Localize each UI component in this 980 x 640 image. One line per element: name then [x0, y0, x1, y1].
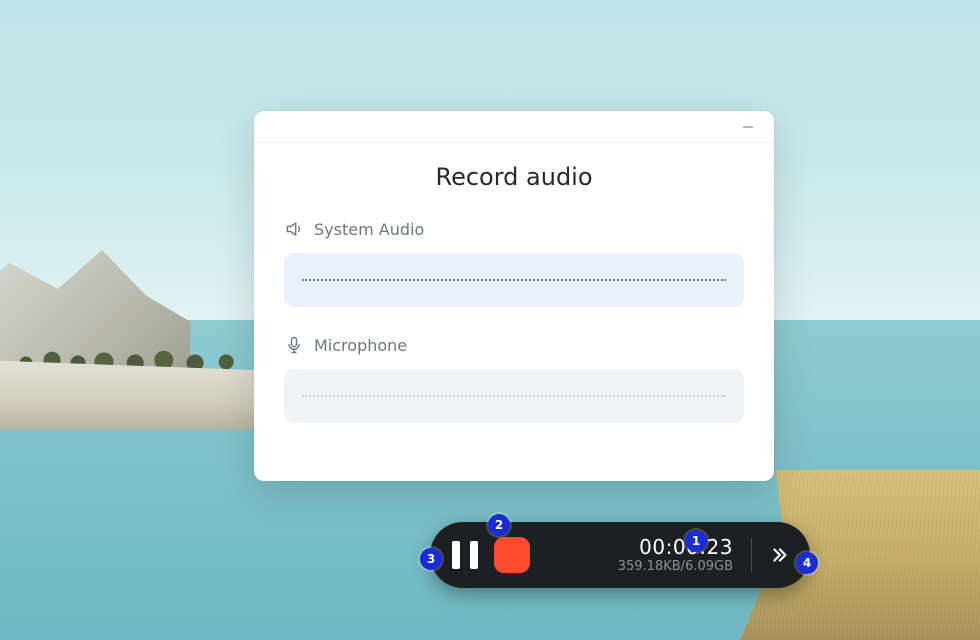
pause-button[interactable] — [452, 541, 478, 569]
microphone-waveform — [284, 369, 744, 423]
timing-block: 00:00:23 359.18KB/6.09GB — [618, 535, 733, 575]
size-info: 359.18KB/6.09GB — [618, 559, 733, 575]
microphone-waveline — [302, 395, 726, 397]
stop-button[interactable] — [494, 537, 530, 573]
system-audio-waveform — [284, 253, 744, 307]
system-audio-row[interactable]: System Audio — [284, 219, 744, 239]
annotation-badge-4: 4 — [796, 552, 818, 574]
record-audio-window: Record audio System Audio Microphone — [254, 111, 774, 481]
speaker-icon — [284, 219, 304, 239]
chevrons-right-icon — [768, 544, 790, 566]
recording-control-bar: 00:00:23 359.18KB/6.09GB — [430, 522, 810, 588]
annotation-badge-2: 2 — [488, 514, 510, 536]
system-audio-label: System Audio — [314, 220, 424, 239]
minimize-button[interactable] — [734, 117, 762, 137]
capacity: 6.09GB — [685, 559, 733, 574]
minimize-icon — [741, 120, 755, 134]
window-title: Record audio — [254, 163, 774, 191]
file-size: 359.18KB — [618, 559, 681, 574]
system-audio-section: System Audio — [254, 219, 774, 307]
annotation-badge-1: 1 — [685, 530, 707, 552]
annotation-badge-3: 3 — [420, 548, 442, 570]
system-audio-waveline — [302, 279, 726, 281]
titlebar — [254, 111, 774, 143]
microphone-icon — [284, 335, 304, 355]
expand-button[interactable] — [768, 544, 790, 566]
divider — [751, 538, 752, 572]
elapsed-time: 00:00:23 — [618, 535, 733, 559]
microphone-row[interactable]: Microphone — [284, 335, 744, 355]
wallpaper-shore — [0, 360, 280, 430]
pause-icon — [452, 541, 460, 569]
pause-icon — [470, 541, 478, 569]
microphone-section: Microphone — [254, 335, 774, 423]
microphone-label: Microphone — [314, 336, 407, 355]
